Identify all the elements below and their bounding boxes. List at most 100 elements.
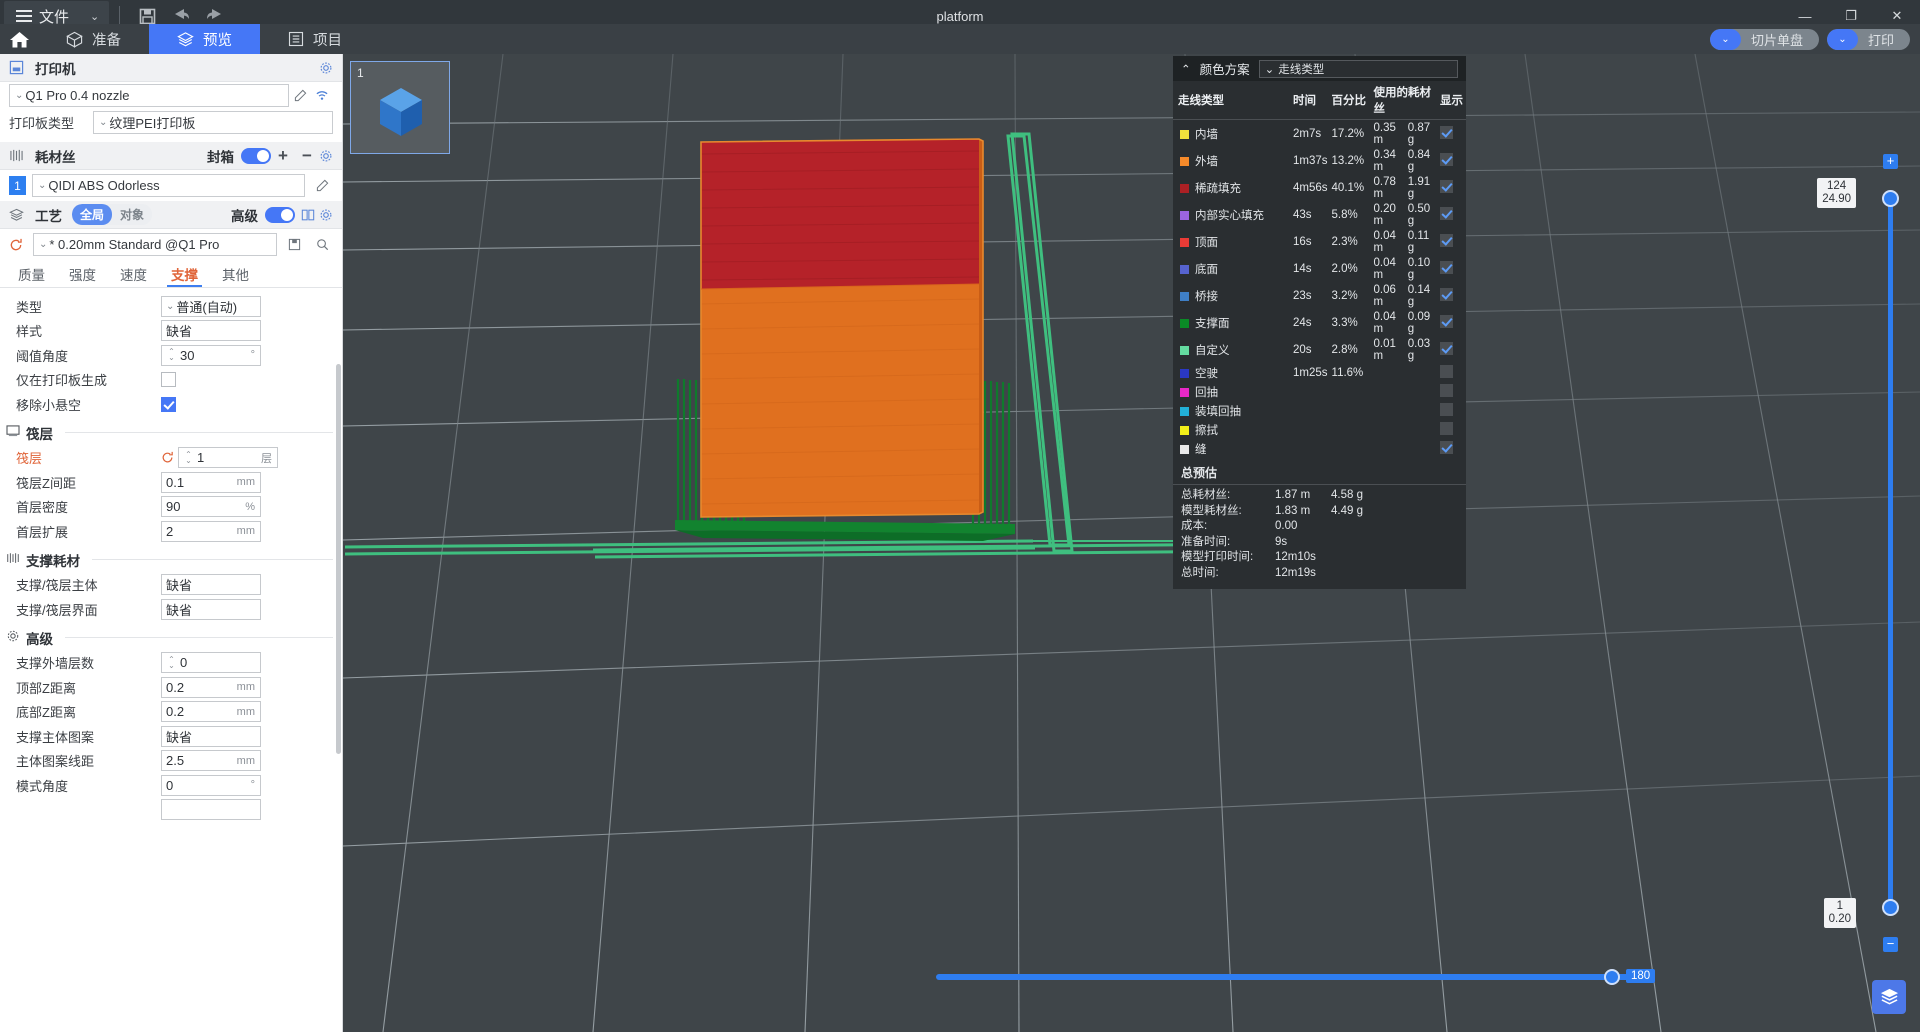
move-slider-horizontal[interactable]: 180 [936, 968, 1656, 986]
spinner-icon[interactable]: ⌃ ⌄ [183, 450, 194, 464]
subtab-speed[interactable]: 速度 [108, 260, 159, 287]
subtab-support[interactable]: 支撑 [159, 260, 210, 287]
scope-object-option[interactable]: 对象 [112, 204, 152, 225]
support-type-select[interactable]: ⌄ 普通(自动) [161, 295, 261, 317]
left-panel-scrollbar[interactable] [336, 364, 341, 754]
threshold-angle-field[interactable]: ⌃ ⌄ 30 ° [161, 344, 261, 366]
legend-row[interactable]: 稀疏填充 4m56s 40.1% 0.78 m 1.91 g [1173, 174, 1466, 201]
on-build-plate-only-checkbox[interactable] [161, 372, 176, 388]
color-scheme-select[interactable]: ⌄ 走线类型 [1258, 59, 1458, 78]
subtab-strength[interactable]: 强度 [57, 260, 108, 287]
layer-slider-vertical[interactable]: + − 124 24.90 1 0.20 [1817, 154, 1900, 952]
move-slider-track[interactable] [936, 974, 1636, 980]
legend-row[interactable]: 顶面 16s 2.3% 0.04 m 0.11 g [1173, 228, 1466, 255]
legend-visibility-checkbox[interactable] [1440, 125, 1453, 139]
3d-viewport[interactable]: 1 + − 124 24.90 1 0.20 180 ⌃ 颜色方案 ⌄ 走线类型… [343, 54, 1920, 1032]
process-preset-select[interactable]: ⌄ * 0.20mm Standard @Q1 Pro [33, 233, 277, 256]
legend-visibility-checkbox[interactable] [1440, 206, 1453, 220]
subtab-quality[interactable]: 质量 [6, 260, 57, 287]
raft-contact-distance-field[interactable]: 0.1 mm [161, 471, 261, 493]
preset-reset-icon[interactable] [9, 238, 27, 252]
bottom-z-distance-field[interactable]: 0.2 mm [161, 701, 261, 723]
plate-type-select[interactable]: ⌄ 纹理PEI打印板 [93, 111, 333, 134]
printer-settings-gear-icon[interactable] [319, 61, 333, 75]
legend-visibility-checkbox[interactable] [1440, 314, 1453, 328]
preset-save-icon[interactable] [283, 238, 305, 251]
layer-slider-plus-button[interactable]: + [1883, 154, 1898, 169]
print-button[interactable]: ⌄ 打印 [1826, 28, 1910, 50]
legend-row[interactable]: 缝 [1173, 439, 1466, 458]
plate-thumbnail[interactable]: 1 [350, 61, 450, 154]
move-slider-handle[interactable] [1604, 969, 1620, 985]
legend-row[interactable]: 支撑面 24s 3.3% 0.04 m 0.09 g [1173, 309, 1466, 336]
add-filament-button[interactable]: + [271, 146, 295, 166]
legend-visibility-checkbox[interactable] [1440, 440, 1453, 454]
enclosure-toggle[interactable] [241, 147, 271, 164]
remove-small-overhangs-checkbox[interactable] [161, 396, 176, 412]
chevron-up-icon[interactable]: ⌃ [1181, 62, 1191, 76]
legend-visibility-checkbox[interactable] [1440, 233, 1453, 247]
print-dropdown-chevron-icon[interactable]: ⌄ [1826, 28, 1858, 50]
filament-settings-gear-icon[interactable] [319, 149, 333, 163]
support-interface-filament-field[interactable]: 缺省 [161, 598, 261, 620]
tab-preview[interactable]: 预览 [149, 24, 260, 54]
remove-filament-button[interactable]: − [295, 146, 319, 166]
raft-layers-reset-icon[interactable] [161, 451, 178, 464]
next-setting-field[interactable] [161, 799, 261, 821]
layer-slider-minus-button[interactable]: − [1883, 937, 1898, 952]
legend-visibility-checkbox[interactable] [1440, 402, 1453, 416]
tab-project[interactable]: 项目 [260, 24, 370, 54]
preset-search-icon[interactable] [311, 238, 333, 251]
slice-dropdown-chevron-icon[interactable]: ⌄ [1709, 28, 1741, 50]
legend-row[interactable]: 自定义 20s 2.8% 0.01 m 0.03 g [1173, 336, 1466, 363]
tab-prepare[interactable]: 准备 [38, 24, 149, 54]
pattern-angle-field[interactable]: 0 ° [161, 774, 261, 796]
filament-edit-icon[interactable] [311, 179, 333, 192]
filament-select[interactable]: ⌄ QIDI ABS Odorless [32, 174, 305, 197]
process-settings-gear-icon[interactable] [319, 208, 333, 222]
legend-row[interactable]: 外墙 1m37s 13.2% 0.34 m 0.84 g [1173, 147, 1466, 174]
legend-visibility-checkbox[interactable] [1440, 383, 1453, 397]
scope-global-option[interactable]: 全局 [72, 204, 113, 225]
legend-visibility-checkbox[interactable] [1440, 341, 1453, 355]
support-style-field[interactable]: 缺省 [161, 320, 261, 342]
first-layer-density-field[interactable]: 90 % [161, 496, 261, 518]
legend-visibility-checkbox[interactable] [1440, 364, 1453, 378]
support-base-pattern-field[interactable]: 缺省 [161, 725, 261, 747]
chevron-down-icon[interactable]: ⌄ [90, 10, 99, 23]
layer-slider-top-handle[interactable] [1882, 190, 1899, 207]
advanced-toggle[interactable] [265, 206, 295, 223]
legend-row[interactable]: 底面 14s 2.0% 0.04 m 0.10 g [1173, 255, 1466, 282]
layers-view-button[interactable] [1872, 980, 1906, 1014]
spinner-icon[interactable]: ⌃ ⌄ [166, 348, 177, 362]
support-body-filament-field[interactable]: 缺省 [161, 574, 261, 596]
layer-slider-track[interactable] [1888, 194, 1893, 912]
legend-row[interactable]: 桥接 23s 3.2% 0.06 m 0.14 g [1173, 282, 1466, 309]
printer-wifi-icon[interactable] [311, 89, 333, 102]
legend-row[interactable]: 内部实心填充 43s 5.8% 0.20 m 0.50 g [1173, 201, 1466, 228]
printer-edit-icon[interactable] [289, 89, 311, 102]
slice-plate-button[interactable]: ⌄ 切片单盘 [1709, 28, 1819, 50]
legend-visibility-checkbox[interactable] [1440, 260, 1453, 274]
base-pattern-spacing-field[interactable]: 2.5 mm [161, 750, 261, 772]
subtab-others[interactable]: 其他 [210, 260, 261, 287]
layer-slider-bottom-handle[interactable] [1882, 899, 1899, 916]
legend-visibility-checkbox[interactable] [1440, 421, 1453, 435]
legend-row[interactable]: 空驶 1m25s 11.6% [1173, 363, 1466, 382]
process-scope-segmented[interactable]: 全局 对象 [72, 204, 153, 225]
legend-visibility-checkbox[interactable] [1440, 287, 1453, 301]
spinner-icon[interactable]: ⌃ ⌄ [166, 655, 177, 669]
printer-model-select[interactable]: ⌄ Q1 Pro 0.4 nozzle [9, 84, 289, 107]
legend-row[interactable]: 内墙 2m7s 17.2% 0.35 m 0.87 g [1173, 120, 1466, 148]
legend-row[interactable]: 装填回抽 [1173, 401, 1466, 420]
process-compare-icon[interactable] [301, 208, 315, 222]
first-layer-expansion-field[interactable]: 2 mm [161, 520, 261, 542]
legend-visibility-checkbox[interactable] [1440, 179, 1453, 193]
legend-row[interactable]: 回抽 [1173, 382, 1466, 401]
raft-layers-field[interactable]: ⌃ ⌄ 1 层 [178, 447, 278, 469]
top-z-distance-field[interactable]: 0.2 mm [161, 676, 261, 698]
legend-row[interactable]: 擦拭 [1173, 420, 1466, 439]
support-wall-loops-field[interactable]: ⌃ ⌄ 0 [161, 652, 261, 674]
filament-index-badge[interactable]: 1 [9, 176, 26, 195]
legend-visibility-checkbox[interactable] [1440, 152, 1453, 166]
